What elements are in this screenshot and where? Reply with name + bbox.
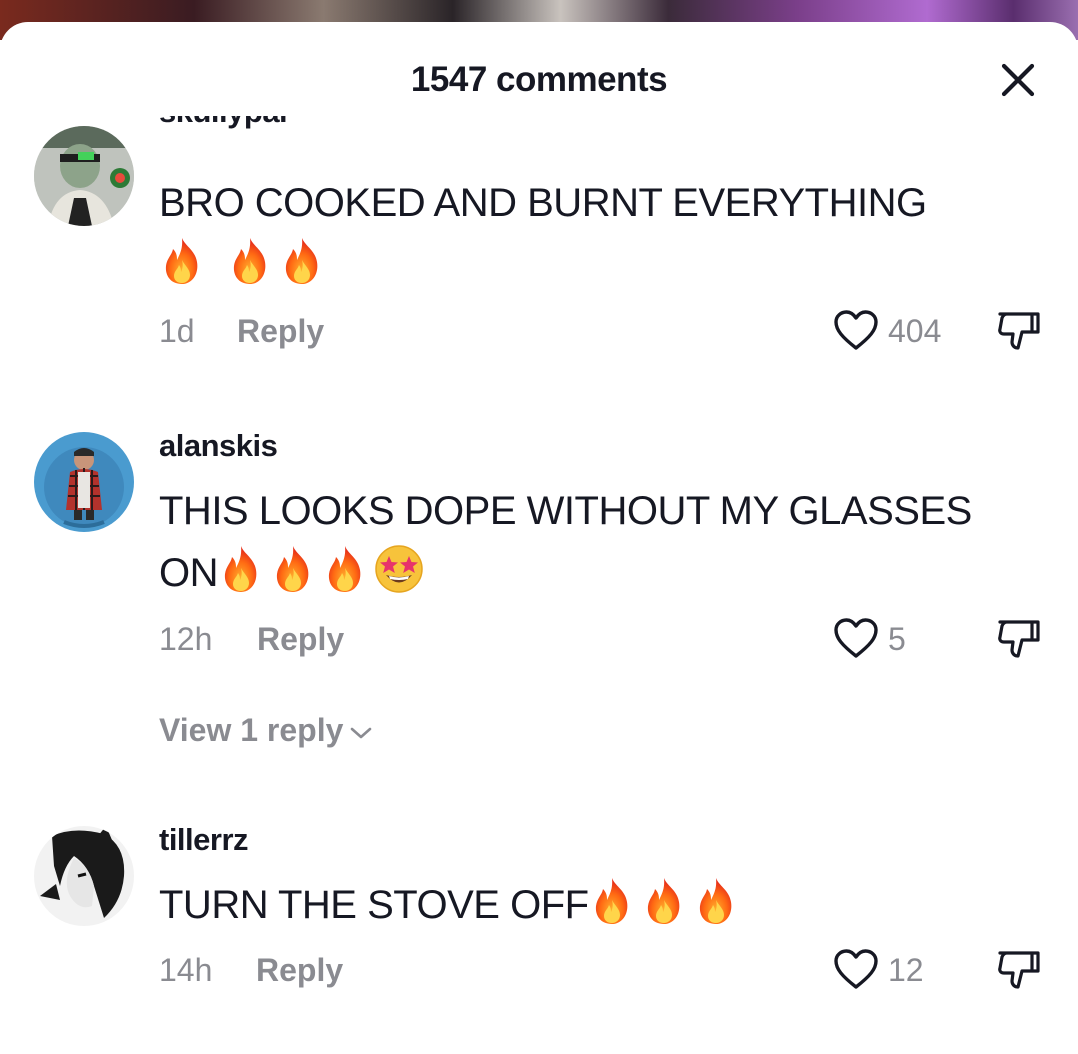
comment-time: 12h (159, 621, 213, 657)
username[interactable]: tillerrz (159, 822, 249, 858)
heart-icon[interactable] (832, 308, 880, 352)
heart-icon[interactable] (832, 616, 880, 660)
comment-text-line: THIS LOOKS DOPE WITHOUT MY GLASSES (159, 489, 972, 533)
comment-time: 1d (159, 313, 195, 349)
avatar-image (34, 126, 134, 226)
username[interactable]: alanskis (159, 428, 278, 464)
fire-emoji (279, 236, 325, 286)
close-button[interactable] (996, 58, 1040, 102)
like-count: 12 (888, 952, 924, 988)
like-count: 5 (888, 621, 906, 657)
heart-icon[interactable] (832, 947, 880, 991)
comment-text: TURN THE STOVE OFF (159, 874, 1039, 936)
comments-count-title: 1547 comments (410, 60, 668, 99)
dislike-icon[interactable] (994, 945, 1042, 993)
comment-text-content: BRO COOKED AND BURNT EVERYTHING (159, 181, 927, 225)
comment-text-content: TURN THE STOVE OFF (159, 883, 589, 927)
reply-button[interactable]: Reply (257, 621, 344, 658)
comment-text: BRO COOKED AND BURNT EVERYTHING (159, 172, 1039, 296)
view-replies-button[interactable]: View 1 reply (159, 712, 373, 749)
reply-button[interactable]: Reply (237, 313, 324, 350)
avatar-image (34, 826, 134, 926)
fire-emoji (693, 876, 739, 926)
username-text: skullypal (159, 116, 287, 129)
fire-emoji (159, 236, 205, 286)
view-replies-label: View 1 reply (159, 712, 344, 748)
like-count: 404 (888, 313, 942, 349)
star-struck-emoji (374, 544, 424, 594)
chevron-down-icon (351, 727, 372, 738)
comment-text: THIS LOOKS DOPE WITHOUT MY GLASSES ON (159, 480, 1039, 604)
avatar-image (34, 432, 134, 532)
fire-emoji (322, 544, 368, 594)
dislike-icon[interactable] (994, 614, 1042, 662)
avatar[interactable] (34, 432, 134, 532)
fire-emoji (270, 544, 316, 594)
avatar[interactable] (34, 826, 134, 926)
reply-button[interactable]: Reply (256, 952, 343, 989)
close-icon (1001, 63, 1035, 97)
username[interactable]: skullypal (159, 116, 287, 156)
fire-emoji (218, 544, 264, 594)
comment-time: 14h (159, 952, 213, 988)
comment-text-line: ON (159, 551, 219, 595)
fire-emoji (589, 876, 635, 926)
dislike-icon[interactable] (994, 306, 1042, 354)
avatar[interactable] (34, 126, 134, 226)
fire-emoji (641, 876, 687, 926)
fire-emoji (227, 236, 273, 286)
